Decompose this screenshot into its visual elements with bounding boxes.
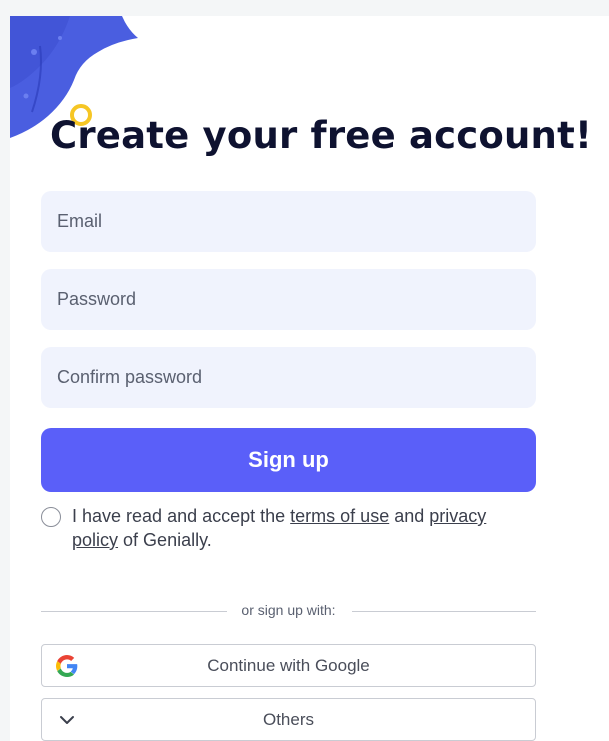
terms-middle: and bbox=[394, 506, 425, 526]
signup-card: Create your free account! Sign up I have… bbox=[10, 16, 609, 741]
confirm-password-input[interactable] bbox=[41, 347, 536, 408]
page-title: Create your free account! bbox=[50, 114, 593, 157]
continue-with-google-button[interactable]: Continue with Google bbox=[41, 644, 536, 687]
social-divider: or sign up with: bbox=[41, 601, 536, 621]
terms-radio[interactable] bbox=[41, 507, 61, 527]
terms-text: I have read and accept the terms of use … bbox=[72, 504, 522, 552]
divider-line-right bbox=[352, 611, 536, 612]
sign-up-button[interactable]: Sign up bbox=[41, 428, 536, 492]
google-button-label: Continue with Google bbox=[207, 656, 370, 675]
others-button-label: Others bbox=[262, 710, 315, 729]
email-input[interactable] bbox=[41, 191, 536, 252]
divider-label: or sign up with: bbox=[241, 602, 336, 618]
others-button[interactable]: Others bbox=[41, 698, 536, 741]
terms-of-use-link[interactable]: terms of use bbox=[290, 506, 389, 526]
terms-suffix: of Genially. bbox=[123, 530, 212, 550]
terms-prefix: I have read and accept the bbox=[72, 506, 286, 526]
password-input[interactable] bbox=[41, 269, 536, 330]
